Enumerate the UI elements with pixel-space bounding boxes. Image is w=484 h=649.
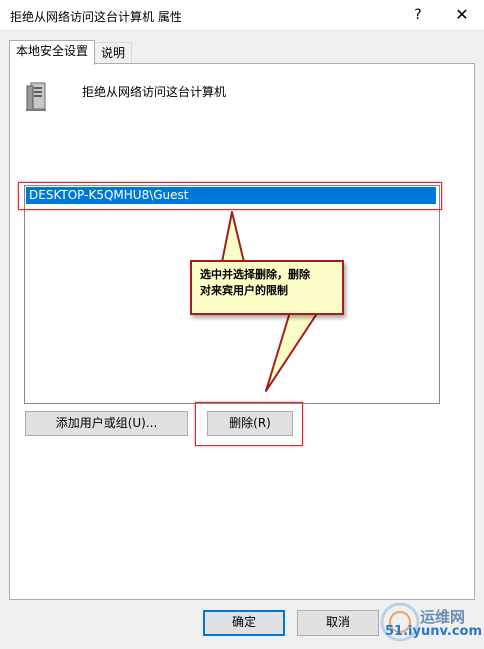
callout-pointer [221,211,319,392]
annotation-line-1: 选中并选择删除，删除 [200,268,310,281]
watermark-text-2: 51.iyunv.com [385,624,483,639]
annotation-line-2: 对来宾用户的限制 [200,284,288,297]
annotation-callout: 选中并选择删除，删除 对来宾用户的限制 [190,260,344,315]
